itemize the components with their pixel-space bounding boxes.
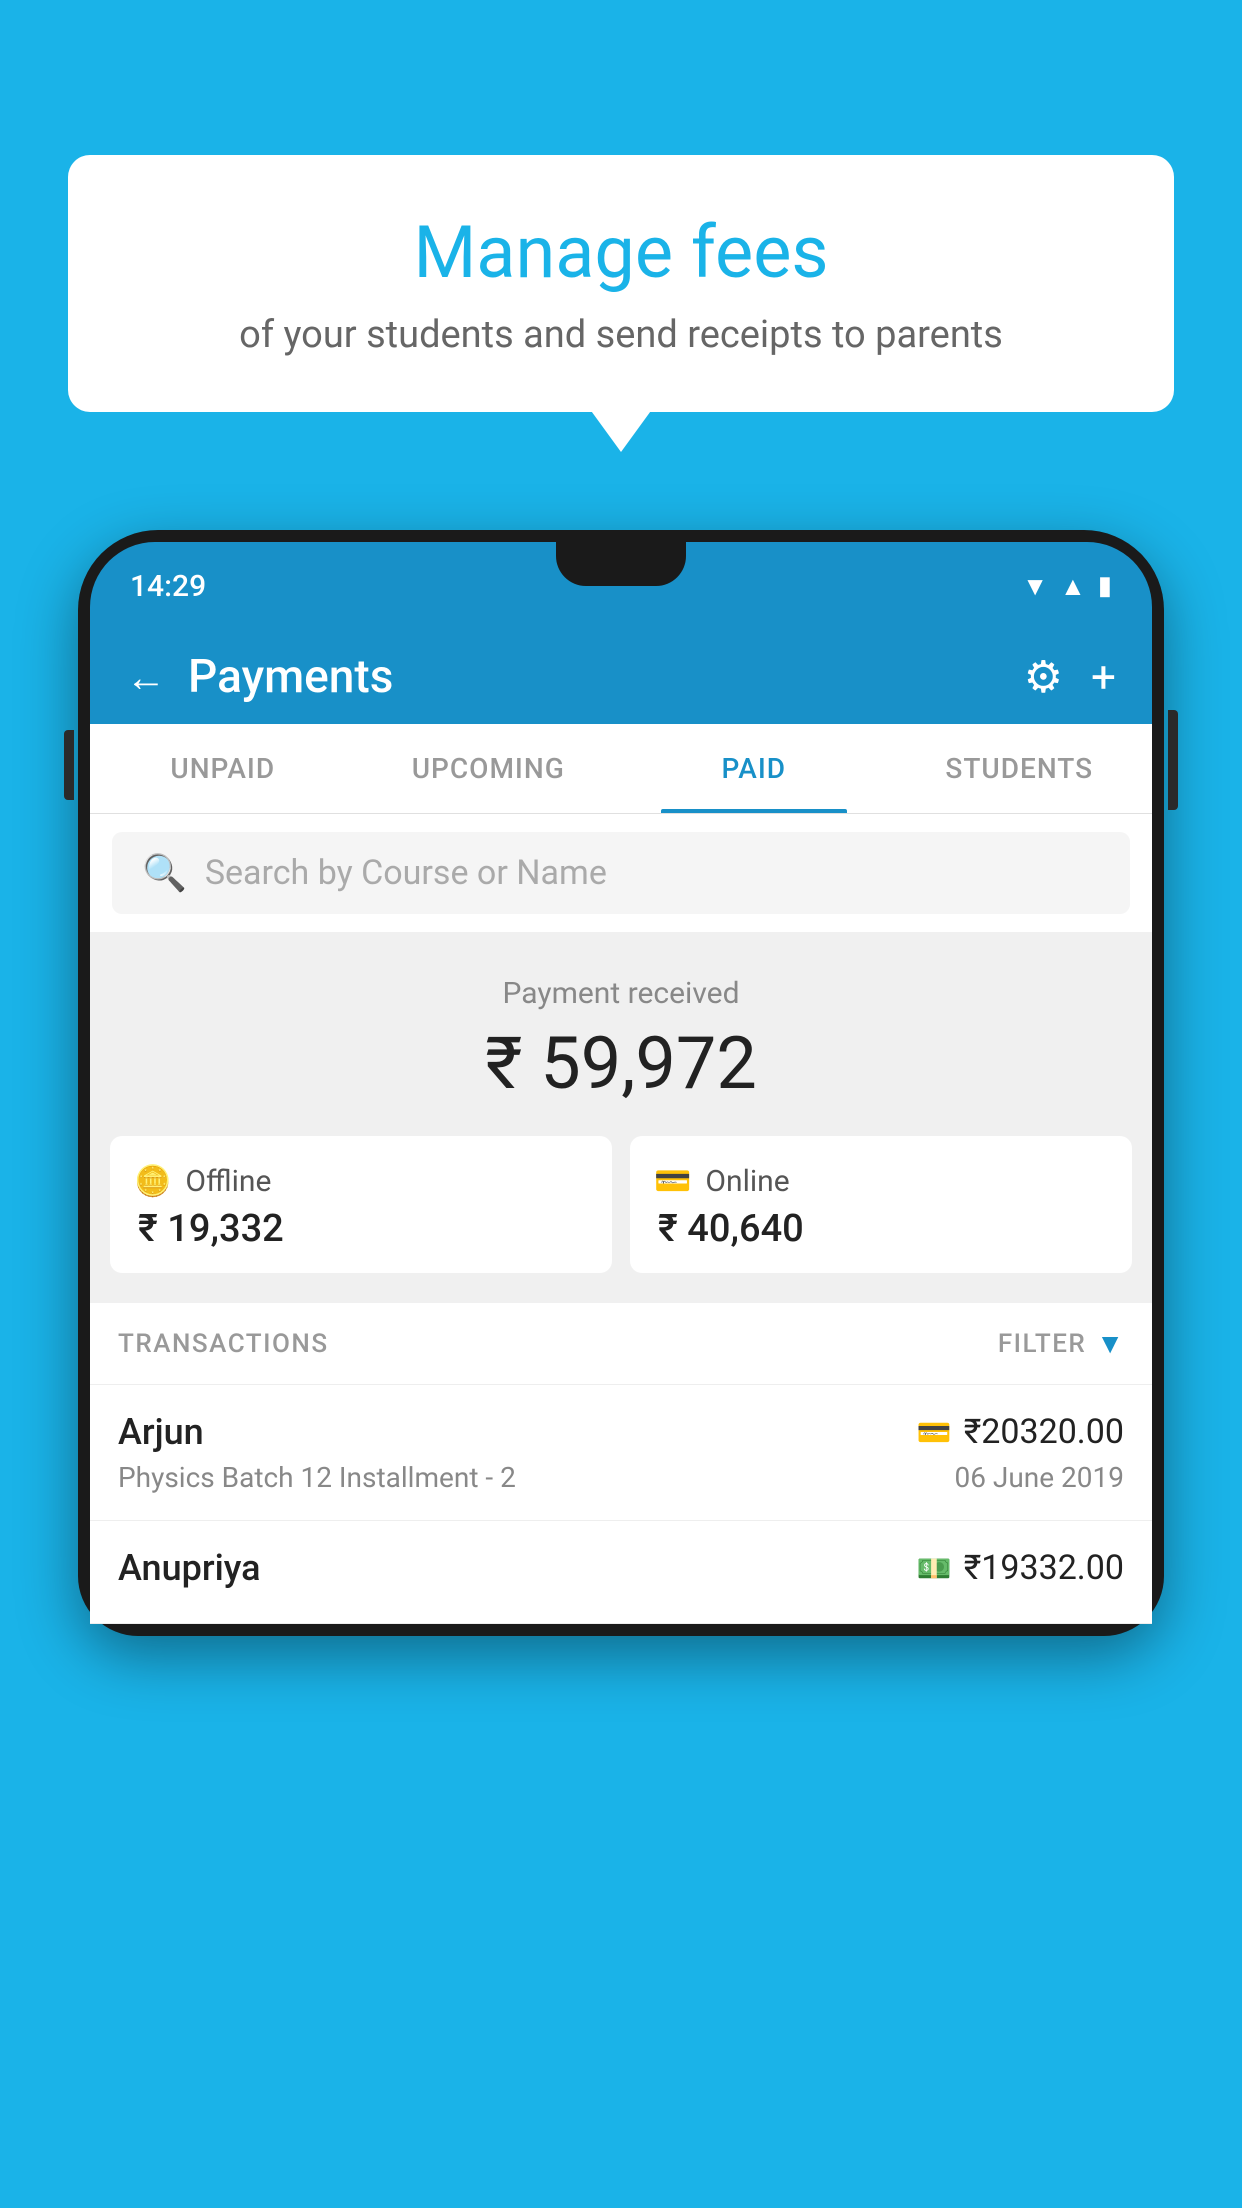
online-icon: 💳: [654, 1164, 691, 1199]
search-bar-container: 🔍 Search by Course or Name: [90, 814, 1152, 932]
transaction-row-top: Arjun 💳 ₹20320.00: [118, 1411, 1124, 1453]
settings-icon[interactable]: ⚙: [1024, 651, 1063, 703]
transaction-name: Arjun: [118, 1411, 204, 1453]
payment-cards: 🪙 Offline ₹ 19,332 💳 Online ₹ 40,640: [90, 1136, 1152, 1303]
transaction-amount-2: ₹19332.00: [964, 1548, 1124, 1588]
filter-label: FILTER: [998, 1329, 1086, 1359]
tab-students[interactable]: STUDENTS: [887, 724, 1153, 813]
speech-bubble-title: Manage fees: [128, 210, 1114, 295]
transactions-label: TRANSACTIONS: [118, 1329, 329, 1359]
speech-bubble-subtitle: of your students and send receipts to pa…: [128, 313, 1114, 357]
notch: [556, 542, 686, 586]
signal-icon: ▲: [1060, 571, 1086, 602]
phone-side-button-left: [64, 730, 74, 800]
transaction-date: 06 June 2019: [954, 1461, 1124, 1494]
transaction-row-bottom: Physics Batch 12 Installment - 2 06 June…: [118, 1461, 1124, 1494]
transaction-amount-container: 💳 ₹20320.00: [917, 1412, 1124, 1452]
transaction-row-top-2: Anupriya 💵 ₹19332.00: [118, 1547, 1124, 1589]
payment-received-amount: ₹ 59,972: [110, 1021, 1132, 1106]
status-bar: 14:29 ▼ ▲ ▮: [90, 542, 1152, 630]
tab-paid[interactable]: PAID: [621, 724, 887, 813]
filter-icon: ▼: [1096, 1327, 1124, 1360]
transactions-header: TRANSACTIONS FILTER ▼: [90, 1303, 1152, 1385]
add-icon[interactable]: +: [1091, 651, 1116, 703]
payment-received-label: Payment received: [110, 976, 1132, 1011]
transaction-amount: ₹20320.00: [964, 1412, 1124, 1452]
transaction-row[interactable]: Arjun 💳 ₹20320.00 Physics Batch 12 Insta…: [90, 1385, 1152, 1521]
transaction-row[interactable]: Anupriya 💵 ₹19332.00: [90, 1521, 1152, 1624]
tabs-container: UNPAID UPCOMING PAID STUDENTS: [90, 724, 1152, 814]
app-header: ← Payments ⚙ +: [90, 630, 1152, 724]
tab-upcoming[interactable]: UPCOMING: [356, 724, 622, 813]
phone-mockup: 14:29 ▼ ▲ ▮ ← Payments ⚙ + UNPAID: [78, 530, 1164, 2208]
tab-unpaid[interactable]: UNPAID: [90, 724, 356, 813]
app-content: 🔍 Search by Course or Name Payment recei…: [90, 814, 1152, 1624]
filter-container[interactable]: FILTER ▼: [998, 1327, 1124, 1360]
offline-label: Offline: [185, 1164, 271, 1199]
transaction-course: Physics Batch 12 Installment - 2: [118, 1461, 516, 1494]
transaction-name-2: Anupriya: [118, 1547, 261, 1589]
app-title: Payments: [188, 650, 393, 704]
transaction-payment-icon-2: 💵: [917, 1552, 952, 1585]
header-left: ← Payments: [126, 650, 393, 704]
online-payment-card: 💳 Online ₹ 40,640: [630, 1136, 1132, 1273]
back-button[interactable]: ←: [126, 654, 166, 701]
battery-icon: ▮: [1098, 571, 1112, 601]
online-amount: ₹ 40,640: [654, 1207, 1108, 1251]
phone-side-button-right: [1168, 710, 1178, 810]
speech-bubble: Manage fees of your students and send re…: [68, 155, 1174, 412]
offline-card-header: 🪙 Offline: [134, 1164, 588, 1199]
search-placeholder: Search by Course or Name: [205, 853, 607, 893]
wifi-icon: ▼: [1022, 571, 1048, 602]
offline-payment-card: 🪙 Offline ₹ 19,332: [110, 1136, 612, 1273]
offline-amount: ₹ 19,332: [134, 1207, 588, 1251]
phone-outer: 14:29 ▼ ▲ ▮ ← Payments ⚙ + UNPAID: [78, 530, 1164, 1636]
transaction-payment-icon: 💳: [917, 1416, 952, 1449]
search-icon: 🔍: [142, 852, 187, 894]
offline-icon: 🪙: [134, 1164, 171, 1199]
online-card-header: 💳 Online: [654, 1164, 1108, 1199]
speech-bubble-container: Manage fees of your students and send re…: [68, 155, 1174, 412]
transaction-amount-container-2: 💵 ₹19332.00: [917, 1548, 1124, 1588]
header-right: ⚙ +: [1024, 651, 1116, 703]
online-label: Online: [705, 1164, 789, 1199]
status-time: 14:29: [130, 569, 206, 604]
payment-received-section: Payment received ₹ 59,972: [90, 932, 1152, 1136]
status-icons: ▼ ▲ ▮: [1022, 571, 1112, 602]
search-bar[interactable]: 🔍 Search by Course or Name: [112, 832, 1130, 914]
